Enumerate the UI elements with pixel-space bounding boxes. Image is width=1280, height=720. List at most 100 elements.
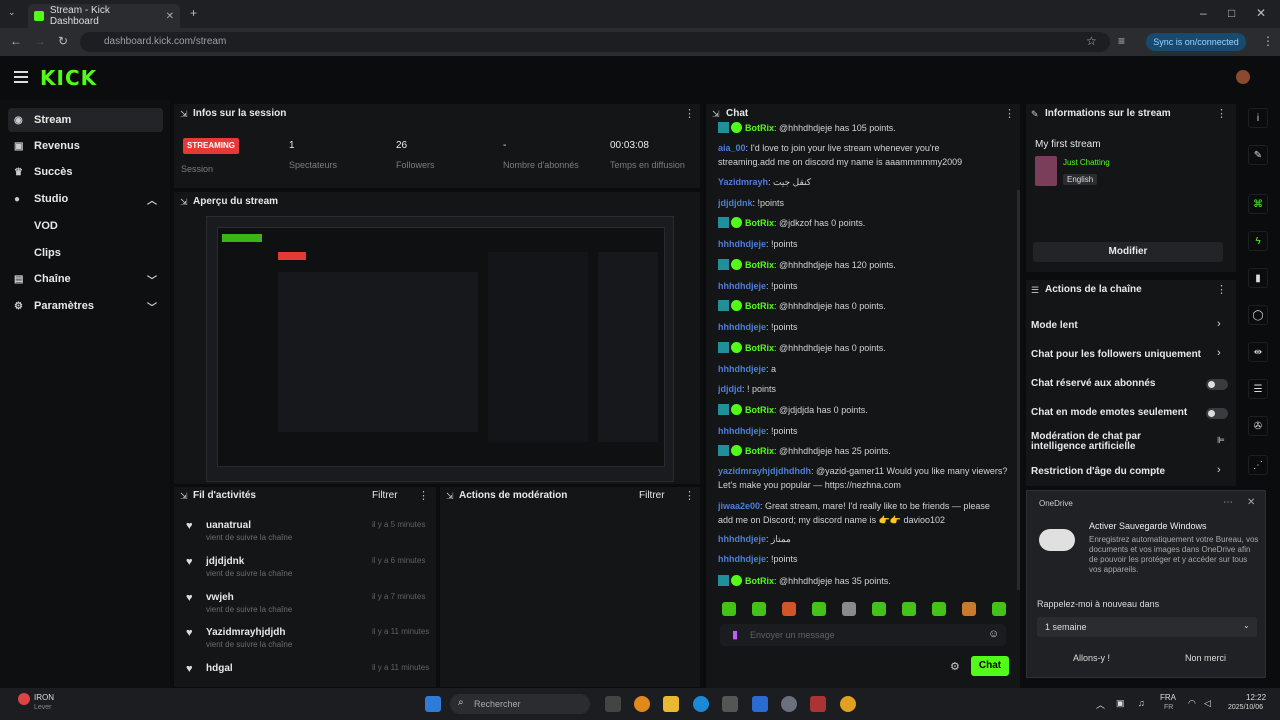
chat-username[interactable]: BotRix	[745, 301, 774, 311]
activity-name[interactable]: hdgal	[206, 663, 233, 674]
drag-handle-icon[interactable]: ⇲	[712, 109, 720, 120]
reading-list-icon[interactable]: ≡	[1118, 34, 1125, 48]
task-view-icon[interactable]	[605, 696, 621, 712]
flash-icon[interactable]: ϟ	[1248, 231, 1268, 251]
sidebar-item-parametres[interactable]: ⚙ Paramètres ﹀	[8, 294, 163, 318]
chat-username[interactable]: jdjdjdnk	[718, 198, 753, 208]
clock-time[interactable]: 12:22	[1246, 693, 1266, 702]
send-chat-button[interactable]: Chat	[971, 656, 1009, 676]
emote-icon[interactable]	[932, 602, 946, 616]
pinned-app-icon[interactable]	[810, 696, 826, 712]
chat-badge-icon[interactable]: ▮	[732, 628, 738, 641]
chat-username[interactable]: hhhdhdjeje	[718, 364, 766, 374]
wifi-icon[interactable]: ◠	[1188, 698, 1196, 709]
followers-only-row[interactable]: Chat pour les followers uniquement	[1031, 349, 1201, 360]
emote-icon[interactable]	[782, 602, 796, 616]
reload-icon[interactable]: ↻	[58, 34, 68, 48]
chat-username[interactable]: hhhdhdjeje	[718, 426, 766, 436]
chat-username[interactable]: BotRix	[745, 123, 774, 133]
edge-icon[interactable]	[693, 696, 709, 712]
activity-name[interactable]: vwjeh	[206, 592, 234, 603]
sidebar-item-clips[interactable]: Clips	[34, 247, 61, 259]
url-field[interactable]: dashboard.kick.com/stream	[80, 32, 1110, 52]
chat-username[interactable]: Yazidmrayh	[718, 177, 768, 187]
back-icon[interactable]: ←	[10, 34, 22, 48]
chat-username[interactable]: BotRix	[745, 405, 774, 415]
chat-username[interactable]: yazidmrayhjdjdhdhdh	[718, 466, 811, 476]
activity-name[interactable]: Yazidmrayhjdjdh	[206, 627, 285, 638]
sidebar-item-vod[interactable]: VOD	[34, 220, 58, 232]
file-explorer-icon[interactable]	[663, 696, 679, 712]
avatar[interactable]	[1236, 70, 1250, 84]
close-window-icon[interactable]: ✕	[1256, 6, 1266, 20]
chat-username[interactable]: BotRix	[745, 260, 774, 270]
activity-menu-icon[interactable]: ⋮	[418, 489, 429, 502]
menu-kebab-icon[interactable]: ⋮	[1262, 34, 1274, 48]
wrench-icon[interactable]: ✇	[1248, 416, 1268, 436]
ai-moderation-icon[interactable]: ⊫	[1217, 435, 1225, 446]
chat-username[interactable]: jdjdjd	[718, 384, 742, 394]
emote-icon[interactable]	[842, 602, 856, 616]
tab-search-icon[interactable]: ⌄	[8, 7, 16, 18]
emote-icon[interactable]	[812, 602, 826, 616]
chat-menu-icon[interactable]: ⋮	[1004, 107, 1015, 120]
chat-username[interactable]: hhhdhdjeje	[718, 239, 766, 249]
slow-mode-row[interactable]: Mode lent	[1031, 320, 1078, 331]
hamburger-menu-icon[interactable]	[14, 71, 28, 83]
maximize-icon[interactable]: □	[1228, 6, 1235, 20]
drag-handle-icon[interactable]: ⇲	[180, 197, 188, 208]
drag-handle-icon[interactable]: ⇲	[180, 109, 188, 120]
new-tab-icon[interactable]: +	[190, 6, 197, 20]
sidebar-item-revenus[interactable]: ▣ Revenus	[8, 134, 163, 158]
chevron-right-icon[interactable]: ›	[1217, 318, 1221, 330]
channel-actions-menu-icon[interactable]: ⋮	[1216, 283, 1227, 296]
copilot-icon[interactable]	[634, 696, 650, 712]
category-link[interactable]: Just Chatting	[1063, 158, 1110, 167]
edit-icon[interactable]: ✎	[1248, 145, 1268, 165]
moderation-filter-button[interactable]: Filtrer	[639, 490, 665, 501]
chat-username[interactable]: BotRix	[745, 576, 774, 586]
emote-icon[interactable]	[902, 602, 916, 616]
bookmark-star-icon[interactable]: ☆	[1086, 34, 1097, 48]
taskbar-search[interactable]: Rechercher	[450, 694, 590, 714]
mail-icon[interactable]	[752, 696, 768, 712]
toast-no-button[interactable]: Non merci	[1185, 653, 1226, 663]
modify-button[interactable]: Modifier	[1033, 242, 1223, 262]
emotes-only-toggle[interactable]	[1206, 408, 1228, 419]
store-icon[interactable]	[722, 696, 738, 712]
minimize-icon[interactable]: –	[1200, 6, 1207, 20]
toast-more-icon[interactable]: ⋯	[1223, 497, 1233, 508]
remind-select[interactable]: 1 semaine ⌄	[1037, 617, 1257, 637]
tab-close-icon[interactable]: ✕	[166, 11, 174, 22]
emote-icon[interactable]	[962, 602, 976, 616]
forward-icon[interactable]: →	[34, 34, 46, 48]
activity-filter-button[interactable]: Filtrer	[372, 490, 398, 501]
tray-chevron-icon[interactable]: ︿	[1096, 698, 1105, 711]
chat-username[interactable]: hhhdhdjeje	[718, 322, 766, 332]
activity-name[interactable]: uanatrual	[206, 520, 251, 531]
chrome-icon[interactable]	[840, 696, 856, 712]
chat-username[interactable]: hhhdhdjeje	[718, 281, 766, 291]
age-restriction-row[interactable]: Restriction d'âge du compte	[1031, 466, 1165, 477]
info-icon[interactable]: i	[1248, 108, 1268, 128]
toast-close-icon[interactable]: ✕	[1247, 497, 1255, 508]
drag-handle-icon[interactable]: ⇲	[446, 491, 454, 502]
browser-tab[interactable]: Stream - Kick Dashboard ✕	[28, 4, 180, 28]
chevron-right-icon[interactable]: ›	[1217, 347, 1221, 359]
moderation-menu-icon[interactable]: ⋮	[684, 489, 695, 502]
emote-icon[interactable]	[752, 602, 766, 616]
weather-icon[interactable]	[18, 693, 30, 705]
share-icon[interactable]: ⋰	[1248, 455, 1268, 475]
volume-icon[interactable]: ◁	[1204, 698, 1211, 709]
ai-moderation-row[interactable]: Modération de chat par intelligence arti…	[1031, 432, 1191, 452]
sidebar-item-studio[interactable]: ● Studio ︿	[8, 187, 163, 211]
chat-username[interactable]: BotRix	[745, 446, 774, 456]
chat-username[interactable]: BotRix	[745, 343, 774, 353]
chat-input[interactable]: Envoyer un message	[720, 624, 1006, 646]
trash-icon[interactable]: ▮	[1248, 268, 1268, 288]
tray-app-icon[interactable]: ▣	[1116, 698, 1125, 709]
chat-username[interactable]: hhhdhdjeje	[718, 534, 766, 544]
language-indicator[interactable]: FRA	[1160, 693, 1176, 702]
chat-bubble-icon[interactable]: ◯	[1248, 305, 1268, 325]
sync-button[interactable]: Sync is on/connected	[1146, 33, 1246, 51]
